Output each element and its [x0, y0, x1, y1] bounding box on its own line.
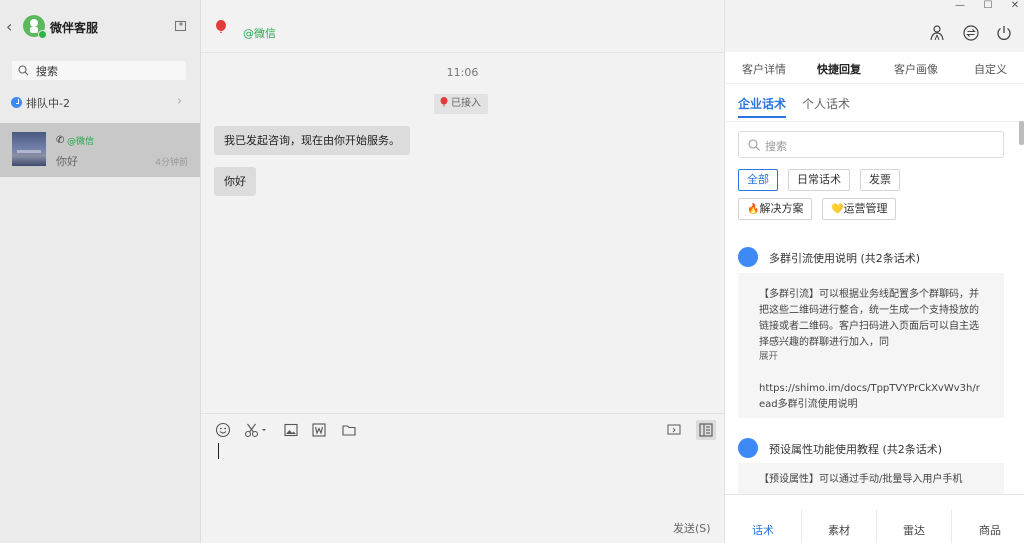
bottom-tabs: 话术 素材 雷达 商品 — [725, 494, 1024, 543]
chip-solutions-label: 解决方案 — [759, 202, 804, 215]
message-bubble: 我已发起咨询，现在由你开始服务。 — [214, 126, 410, 155]
right-tabs: 客户详情 快捷回复 客户画像 自定义 — [725, 52, 1024, 84]
conversation-last-message: 你好 — [56, 155, 78, 168]
script-text: 【多群引流】可以根据业务线配置多个群聊码，并把这些二维码进行整合，统一生成一个支… — [759, 289, 979, 348]
scissors-icon[interactable] — [244, 422, 270, 438]
script-text: 【预设属性】可以通过手动/批量导入用户手机 — [759, 474, 963, 485]
system-status-badge: 已接入 — [434, 94, 488, 114]
folder-icon[interactable] — [341, 422, 357, 438]
scrollbar-thumb[interactable] — [1019, 121, 1024, 145]
transfer-user-icon[interactable] — [928, 24, 946, 42]
close-button[interactable]: ✕ — [1008, 0, 1022, 12]
heart-icon: 💛 — [831, 204, 844, 215]
clock-icon — [11, 97, 22, 108]
avatar — [12, 132, 46, 166]
expand-link[interactable]: 展开 — [759, 348, 778, 362]
conversation-time: 4分钟前 — [155, 158, 188, 168]
list-panel-icon — [699, 423, 713, 437]
chip-invoice[interactable]: 发票 — [860, 169, 900, 191]
tab-personal-scripts[interactable]: 个人话术 — [802, 95, 850, 112]
script-group-title[interactable]: 预设属性功能使用教程 (共2条话术) — [769, 441, 942, 457]
chip-operations-label: 运营管理 — [843, 202, 888, 215]
message-time: 11:06 — [446, 66, 479, 79]
divider — [876, 509, 877, 543]
divider — [951, 509, 952, 543]
chat-switch-icon[interactable] — [962, 24, 980, 42]
maximize-button[interactable]: ☐ — [981, 0, 995, 12]
tab-quick-reply[interactable]: 快捷回复 — [817, 61, 861, 77]
divider — [801, 509, 802, 543]
queue-row[interactable]: 排队中-2 › — [0, 92, 200, 114]
balloon-icon — [216, 20, 226, 33]
tab-scripts[interactable]: 话术 — [752, 522, 774, 538]
script-type-tabs: 企业话术 个人话术 — [725, 84, 1024, 122]
group-icon — [738, 247, 758, 267]
search-placeholder: 搜索 — [36, 65, 58, 78]
balloon-icon — [440, 97, 448, 107]
fire-icon: 🔥 — [747, 204, 760, 215]
tab-custom[interactable]: 自定义 — [974, 61, 1007, 77]
app-logo — [23, 15, 47, 39]
new-window-icon — [174, 20, 187, 32]
power-icon[interactable] — [995, 24, 1013, 42]
chip-solutions[interactable]: 🔥解决方案 — [738, 198, 813, 220]
conversation-item[interactable]: ✆ @微信 你好 4分钟前 — [0, 123, 200, 177]
tab-enterprise-scripts[interactable]: 企业话术 — [738, 95, 786, 112]
search-icon — [748, 139, 760, 151]
group-icon — [738, 438, 758, 458]
new-window-button[interactable] — [174, 19, 188, 33]
tab-customer-details[interactable]: 客户详情 — [742, 61, 786, 77]
online-status-dot — [38, 30, 47, 39]
tab-radar[interactable]: 雷达 — [903, 522, 925, 538]
system-status-text: 已接入 — [451, 98, 481, 109]
chat-panel: @微信 11:06 已接入 我已发起咨询，现在由你开始服务。 你好 发送(S) — [201, 0, 724, 543]
emoji-icon[interactable] — [215, 422, 231, 438]
sidebar-header: ‹ 微伴客服 — [0, 0, 200, 54]
chip-all[interactable]: 全部 — [738, 169, 778, 191]
minimize-button[interactable]: — — [953, 0, 967, 12]
message-bubble: 你好 — [214, 167, 256, 196]
conversation-search-input[interactable]: 搜索 — [12, 61, 186, 80]
message-list: 11:06 已接入 我已发起咨询，现在由你开始服务。 你好 — [201, 54, 724, 413]
chat-contact-name: @微信 — [243, 27, 276, 40]
tab-materials[interactable]: 素材 — [828, 522, 850, 538]
script-url: https://shimo.im/docs/TppTVYPrCkXvWv3h/r… — [759, 383, 980, 410]
message-input[interactable] — [201, 440, 724, 515]
tab-customer-profile[interactable]: 客户画像 — [894, 61, 938, 77]
word-document-icon[interactable] — [311, 422, 327, 438]
screen-icon[interactable] — [666, 422, 682, 438]
tab-products[interactable]: 商品 — [979, 522, 1001, 538]
queue-label: 排队中-2 — [26, 97, 70, 110]
app-title: 微伴客服 — [50, 21, 99, 35]
active-tab-underline — [738, 116, 786, 118]
image-icon[interactable] — [283, 422, 299, 438]
chat-header: @微信 — [201, 0, 724, 53]
chevron-right-icon: › — [177, 94, 183, 109]
quick-reply-panel: — ☐ ✕ 客户详情 快捷回复 客户画像 自定义 企业话术 个人话术 搜索 全部… — [724, 0, 1024, 543]
search-icon — [18, 65, 29, 76]
chip-operations[interactable]: 💛运营管理 — [822, 198, 897, 220]
conversation-name: @微信 — [67, 137, 95, 147]
quick-reply-toggle-button[interactable] — [696, 420, 716, 440]
message-composer: 发送(S) — [201, 413, 724, 543]
conversation-sidebar: ‹ 微伴客服 搜索 排队中-2 › ✆ @微信 你好 4分钟前 — [0, 0, 201, 543]
chip-daily-scripts[interactable]: 日常话术 — [788, 169, 850, 191]
script-list: 多群引流使用说明 (共2条话术) 【多群引流】可以根据业务线配置多个群聊码，并把… — [725, 235, 1024, 495]
script-group-title[interactable]: 多群引流使用说明 (共2条话术) — [769, 250, 920, 266]
right-panel-toolbar: — ☐ ✕ — [725, 0, 1024, 52]
send-button[interactable]: 发送(S) — [673, 520, 711, 536]
search-placeholder: 搜索 — [765, 140, 787, 153]
phone-icon: ✆ — [56, 135, 65, 146]
script-search-input[interactable]: 搜索 — [738, 131, 1004, 158]
back-button[interactable]: ‹ — [6, 18, 20, 36]
